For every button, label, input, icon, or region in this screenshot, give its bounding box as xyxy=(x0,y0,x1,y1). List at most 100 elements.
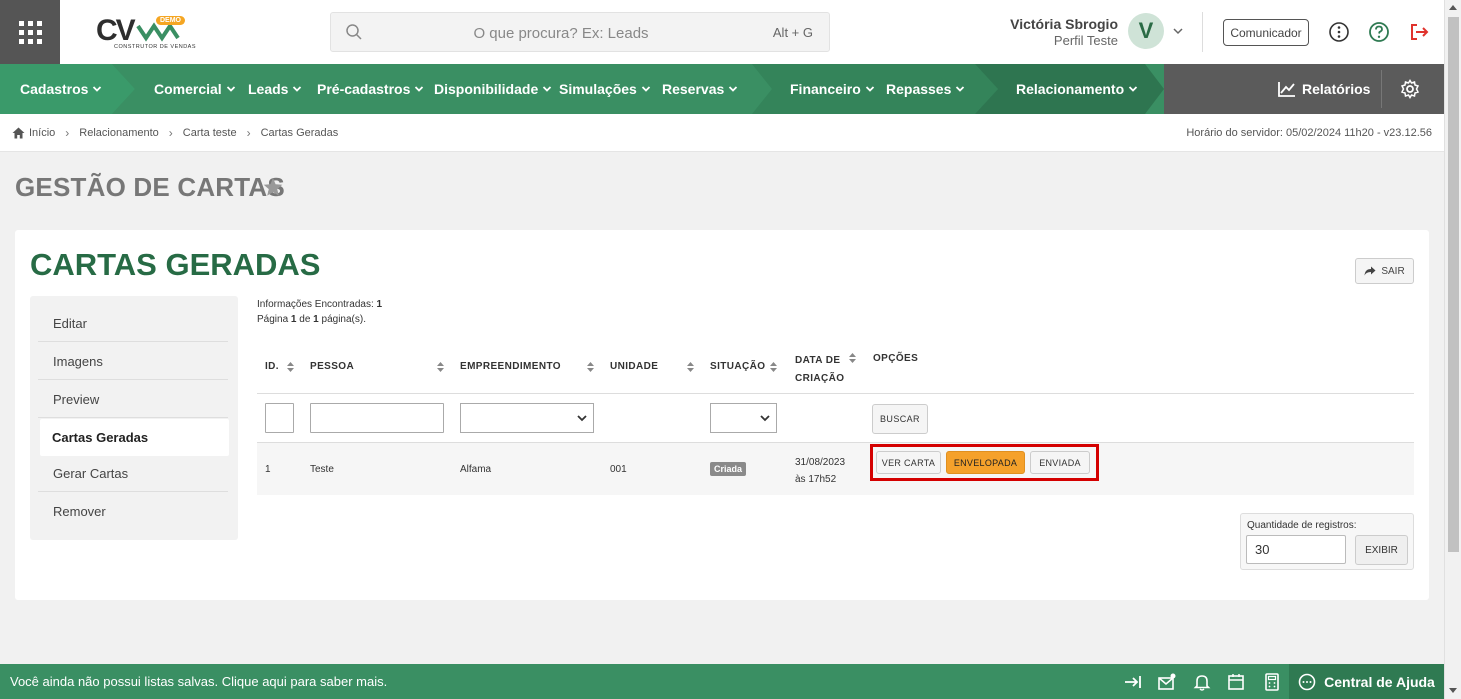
column-header-created-date[interactable]: DATA DE CRIAÇÃO xyxy=(795,352,844,388)
breadcrumb-item-letter[interactable]: Carta teste xyxy=(183,127,237,139)
sort-icon[interactable] xyxy=(437,362,444,372)
chevron-down-icon xyxy=(760,415,770,422)
filter-development-select[interactable] xyxy=(460,403,594,433)
column-header-status[interactable]: SITUAÇÃO xyxy=(710,361,765,372)
logout-icon[interactable] xyxy=(1408,21,1430,43)
gear-icon[interactable] xyxy=(1400,79,1420,99)
help-icon[interactable] xyxy=(1368,21,1390,43)
nav-item-leads[interactable]: Leads xyxy=(248,64,302,114)
column-header-development[interactable]: EMPREENDIMENTO xyxy=(460,361,561,372)
nav-item-repasses[interactable]: Repasses xyxy=(886,64,965,114)
more-options-icon[interactable] xyxy=(1328,21,1350,43)
column-header-person[interactable]: PESSOA xyxy=(310,361,354,372)
sidemenu-item-generate-letters[interactable]: Gerar Cartas xyxy=(38,455,228,492)
nav-item-label: Pré-cadastros xyxy=(317,81,411,97)
page-title: GESTÃO DE CARTAS xyxy=(15,172,285,202)
sidemenu-item-edit[interactable]: Editar xyxy=(38,305,228,342)
scroll-up-icon[interactable] xyxy=(1449,5,1457,10)
chevron-down-icon xyxy=(865,86,874,92)
mail-icon[interactable] xyxy=(1157,672,1177,692)
user-info[interactable]: Victória Sbrogio Perfil Teste xyxy=(1010,16,1118,48)
logo-badge: DEMO xyxy=(156,16,185,25)
scroll-down-icon[interactable] xyxy=(1449,688,1457,693)
chevron-down-icon xyxy=(226,86,235,92)
search-input[interactable] xyxy=(371,19,751,47)
chevron-down-icon xyxy=(93,86,102,92)
filter-id-input[interactable] xyxy=(265,403,294,433)
chevron-down-icon xyxy=(641,86,650,92)
sidemenu-item-images[interactable]: Imagens xyxy=(38,343,228,380)
chevron-right-icon: › xyxy=(246,126,251,140)
show-button[interactable]: EXIBIR xyxy=(1355,535,1408,565)
chart-line-icon xyxy=(1278,82,1295,97)
sort-icon[interactable] xyxy=(849,353,856,363)
breadcrumb-item-relationship[interactable]: Relacionamento xyxy=(79,127,159,139)
chevron-right-icon: › xyxy=(65,126,70,140)
chevron-down-icon[interactable] xyxy=(1171,24,1185,38)
nav-item-reservas[interactable]: Reservas xyxy=(662,64,738,114)
logo-text: CV xyxy=(96,14,136,47)
sidemenu-item-preview[interactable]: Preview xyxy=(38,381,228,418)
sent-button[interactable]: ENVIADA xyxy=(1030,451,1090,474)
quantity-input[interactable] xyxy=(1246,535,1346,564)
scrollbar[interactable] xyxy=(1444,0,1461,699)
page-total: 1 xyxy=(313,314,319,325)
calendar-icon[interactable] xyxy=(1226,672,1246,692)
expand-arrow-icon[interactable] xyxy=(1123,672,1143,692)
avatar[interactable]: V xyxy=(1128,13,1164,49)
sidemenu-item-remove[interactable]: Remover xyxy=(38,493,228,530)
scrollbar-thumb[interactable] xyxy=(1448,17,1459,552)
help-center-label: Central de Ajuda xyxy=(1324,673,1435,690)
nav-item-label: Comercial xyxy=(154,81,222,97)
nav-item-simulacoes[interactable]: Simulações xyxy=(559,64,651,114)
page-label: Página xyxy=(257,314,289,325)
nav-item-label: Reservas xyxy=(662,81,725,97)
results-info: Informações Encontradas: 1 Página 1 de 1… xyxy=(257,297,382,327)
filter-person-input[interactable] xyxy=(310,403,444,433)
enveloped-button[interactable]: ENVELOPADA xyxy=(946,451,1025,474)
page-suffix: página(s). xyxy=(321,314,366,325)
cell-development: Alfama xyxy=(460,464,492,475)
sort-icon[interactable] xyxy=(587,362,594,372)
column-header-unit[interactable]: UNIDADE xyxy=(610,361,658,372)
nav-item-pre-cadastros[interactable]: Pré-cadastros xyxy=(317,64,424,114)
nav-item-label: Simulações xyxy=(559,81,637,97)
exit-button[interactable]: SAIR xyxy=(1355,258,1414,284)
bell-icon[interactable] xyxy=(1192,672,1212,692)
divider xyxy=(1381,70,1382,108)
view-letter-button[interactable]: VER CARTA xyxy=(876,451,941,474)
saved-lists-message[interactable]: Você ainda não possui listas salvas. Cli… xyxy=(10,674,387,689)
breadcrumb-item-home[interactable]: Início xyxy=(29,127,55,139)
user-profile: Perfil Teste xyxy=(1053,33,1118,48)
column-header-id[interactable]: ID. xyxy=(265,361,279,372)
cell-unit: 001 xyxy=(610,464,627,475)
favorite-star-icon[interactable] xyxy=(262,176,284,198)
filter-status-select[interactable] xyxy=(710,403,777,433)
logo-wave-icon xyxy=(136,22,180,42)
nav-item-disponibilidade[interactable]: Disponibilidade xyxy=(434,64,552,114)
logo-subtitle: CONSTRUTOR DE VENDAS xyxy=(114,44,197,50)
reports-button[interactable]: Relatórios xyxy=(1278,64,1370,114)
divider xyxy=(1202,12,1203,52)
search-button[interactable]: BUSCAR xyxy=(872,404,928,434)
chevron-down-icon xyxy=(415,86,424,92)
nav-item-label: Disponibilidade xyxy=(434,81,539,97)
letters-card: CARTAS GERADAS SAIR Editar Imagens Previ… xyxy=(15,230,1429,600)
nav-item-cadastros[interactable]: Cadastros xyxy=(20,64,102,114)
app-logo[interactable]: CV DEMO CONSTRUTOR DE VENDAS xyxy=(92,12,196,54)
sort-icon[interactable] xyxy=(287,362,294,372)
communicator-button[interactable]: Comunicador xyxy=(1223,19,1309,46)
nav-item-comercial[interactable]: Comercial xyxy=(154,64,236,114)
sort-icon[interactable] xyxy=(687,362,694,372)
apps-grid-icon[interactable] xyxy=(0,0,60,64)
nav-item-financeiro[interactable]: Financeiro xyxy=(790,64,875,114)
help-center-button[interactable]: Central de Ajuda xyxy=(1289,664,1444,699)
main-nav: Cadastros Comercial Leads Pré-cadastros Disp… xyxy=(0,64,1444,114)
calculator-icon[interactable] xyxy=(1262,672,1282,692)
sidemenu-item-generated-letters[interactable]: Cartas Geradas xyxy=(40,419,229,456)
cell-person: Teste xyxy=(310,464,334,475)
sort-icon[interactable] xyxy=(770,362,777,372)
card-title: CARTAS GERADAS xyxy=(30,247,321,282)
nav-item-relacionamento[interactable]: Relacionamento xyxy=(1016,64,1138,114)
top-bar: CV DEMO CONSTRUTOR DE VENDAS Alt + G Vic… xyxy=(0,0,1444,64)
